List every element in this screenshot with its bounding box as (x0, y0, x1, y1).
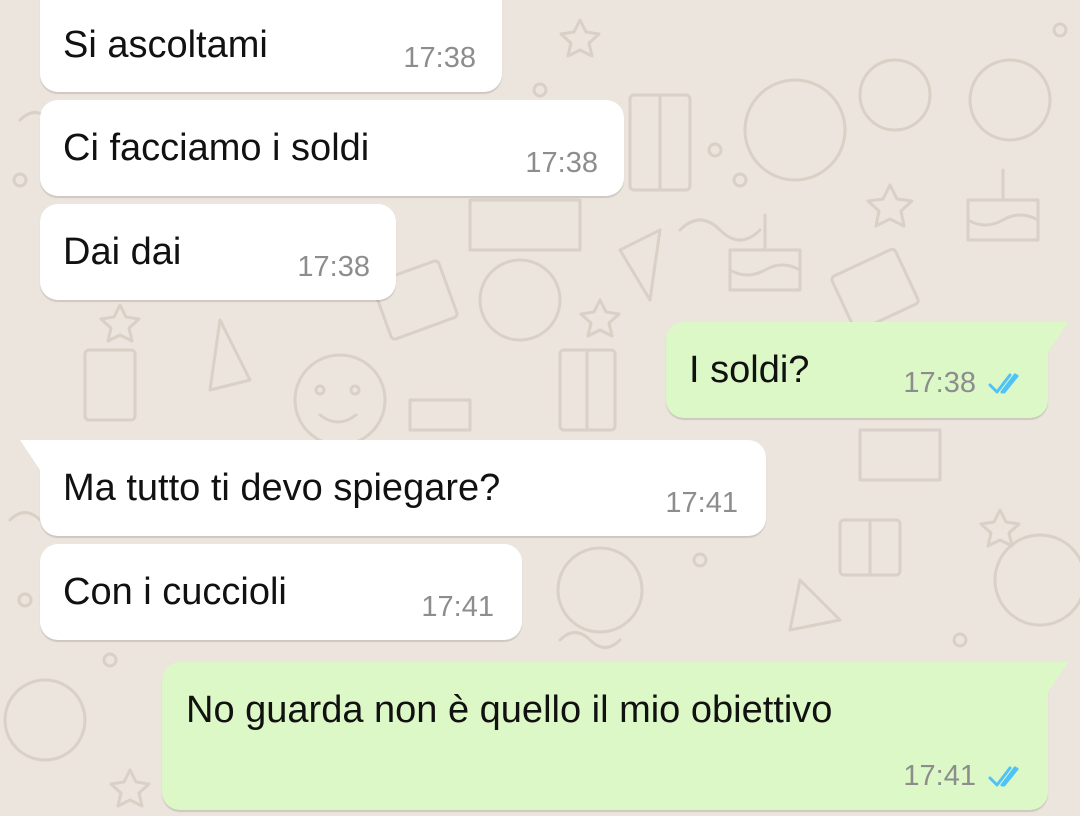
bubble-tail (1028, 322, 1068, 352)
message-meta: 17:38 (297, 253, 370, 282)
incoming-message-bubble[interactable]: Si ascoltami 17:38 (40, 0, 502, 92)
message-meta: 17:41 (665, 489, 738, 518)
message-text: Ci facciamo i soldi (63, 127, 370, 169)
message-meta: 17:41 (903, 762, 1024, 791)
message-timestamp: 17:41 (421, 591, 494, 623)
message-text: Con i cuccioli (63, 571, 287, 613)
message-meta: 17:38 (403, 44, 476, 73)
chat-screen: { "colors": { "wallpaper": "#ece5dd", "i… (0, 0, 1080, 816)
message-timestamp: 17:41 (903, 760, 976, 792)
incoming-message-bubble[interactable]: Dai dai 17:38 (40, 204, 396, 300)
message-meta: 17:41 (421, 593, 494, 622)
bubble-tail (1028, 662, 1068, 692)
message-meta: 17:38 (525, 149, 598, 178)
outgoing-message-bubble[interactable]: No guarda non è quello il mio obiettivo … (162, 662, 1068, 810)
incoming-message-bubble[interactable]: Con i cuccioli 17:41 (40, 544, 522, 640)
message-text: I soldi? (689, 349, 810, 391)
double-check-read-icon (988, 373, 1019, 393)
bubble-tail (20, 440, 60, 470)
incoming-message-bubble[interactable]: Ma tutto ti devo spiegare? 17:41 (20, 440, 766, 536)
message-meta: 17:38 (903, 369, 1024, 398)
message-timestamp: 17:41 (665, 487, 738, 519)
message-timestamp: 17:38 (525, 147, 598, 179)
message-text: Ma tutto ti devo spiegare? (63, 467, 501, 509)
message-timestamp: 17:38 (403, 42, 476, 74)
message-text: No guarda non è quello il mio obiettivo (186, 689, 833, 731)
message-text: Si ascoltami (63, 24, 268, 66)
outgoing-message-bubble[interactable]: I soldi? 17:38 (666, 322, 1068, 418)
double-check-read-icon (988, 766, 1019, 786)
incoming-message-bubble[interactable]: Ci facciamo i soldi 17:38 (40, 100, 624, 196)
message-timestamp: 17:38 (903, 367, 976, 399)
message-text: Dai dai (63, 231, 182, 273)
message-timestamp: 17:38 (297, 251, 370, 283)
